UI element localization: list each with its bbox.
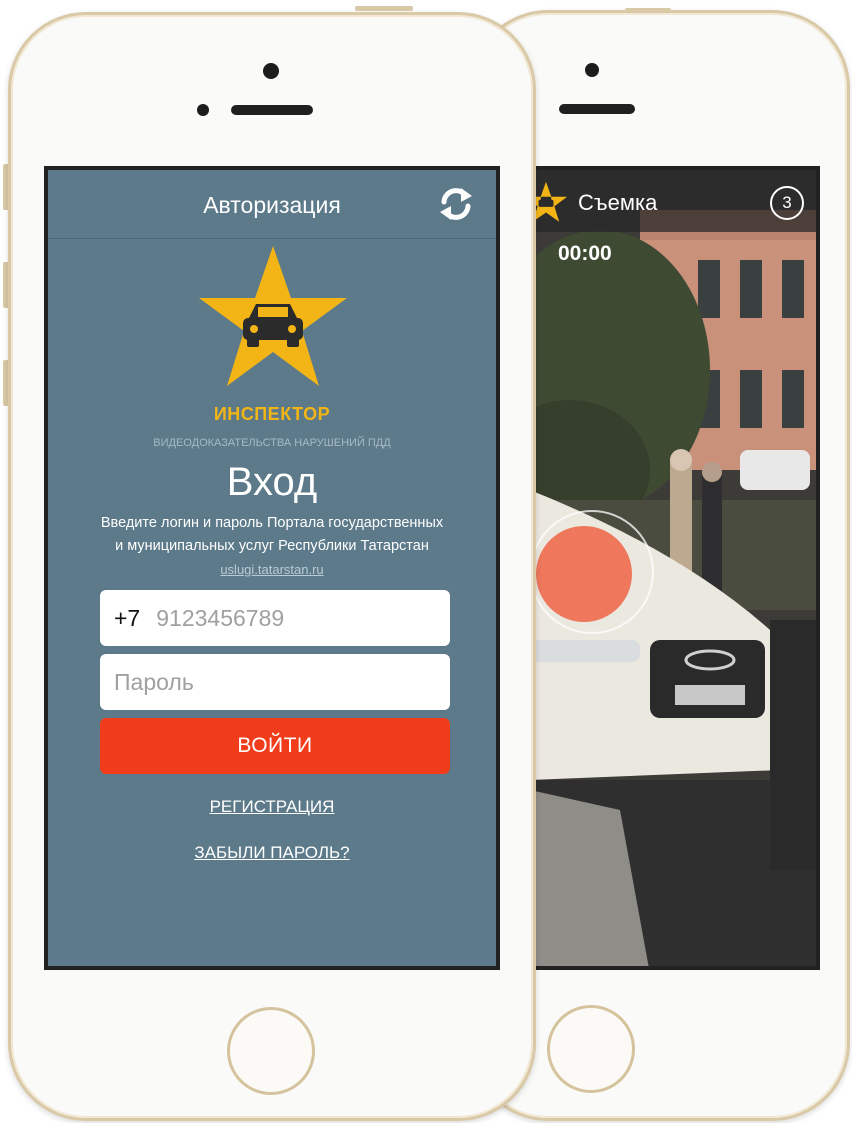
car-headlight: [530, 640, 640, 662]
forgot-password-link[interactable]: ЗАБЫЛИ ПАРОЛЬ?: [48, 843, 496, 863]
phone-prefix: +7: [114, 604, 141, 631]
recording-timer: 00:00: [558, 242, 612, 265]
shot-counter-badge[interactable]: 3: [770, 186, 804, 220]
earpiece-speaker: [231, 105, 313, 115]
password-field[interactable]: [100, 654, 450, 710]
front-camera: [585, 63, 599, 77]
nav-bar: Авторизация: [48, 170, 496, 239]
refresh-icon[interactable]: [436, 184, 476, 224]
camera-screen: Съемка 3 00:00: [530, 166, 820, 970]
register-link[interactable]: РЕГИСТРАЦИЯ: [48, 797, 496, 817]
brand-name: ИНСПЕКТОР: [213, 404, 331, 424]
home-button[interactable]: [547, 1005, 635, 1093]
record-button-icon[interactable]: [536, 526, 632, 622]
earpiece-speaker: [559, 104, 635, 114]
password-input[interactable]: [114, 654, 434, 710]
license-plate-blurred: [675, 685, 745, 705]
login-screen: Авторизация ИНСПЕКТОР ВИДЕОДОКАЗАТЕЛЬСТВ…: [44, 166, 500, 970]
description-line-1: Введите логин и пароль Портала государст…: [100, 515, 444, 531]
star-car-logo-icon: [199, 246, 347, 386]
description-line-2: и муниципальных услуг Республики Татарст…: [115, 538, 429, 554]
building-window: [782, 260, 804, 318]
building-window: [782, 370, 804, 428]
phone-input[interactable]: [156, 590, 407, 646]
building-window: [698, 260, 720, 318]
phone-field[interactable]: +7: [100, 590, 450, 646]
front-phone-power-button: [355, 6, 413, 11]
building-window: [740, 260, 762, 318]
pedestrian-head: [670, 449, 692, 471]
proximity-sensor: [197, 104, 209, 116]
building-window: [740, 370, 762, 428]
login-button[interactable]: ВОЙТИ: [100, 718, 450, 774]
back-phone-power-button: [625, 8, 671, 12]
brand-subtitle: ВИДЕОДОКАЗАТЕЛЬСТВА НАРУШЕНИЙ ПДД: [153, 437, 391, 449]
nav-title: Авторизация: [203, 192, 341, 218]
parked-car-white: [740, 450, 810, 490]
portal-link[interactable]: uslugi.tatarstan.ru: [48, 562, 496, 577]
dark-car: [770, 620, 816, 870]
pedestrian-head: [702, 462, 722, 482]
page-title: Вход: [226, 460, 318, 504]
camera-title: Съемка: [578, 190, 658, 215]
front-camera: [263, 63, 279, 79]
home-button[interactable]: [227, 1007, 315, 1095]
